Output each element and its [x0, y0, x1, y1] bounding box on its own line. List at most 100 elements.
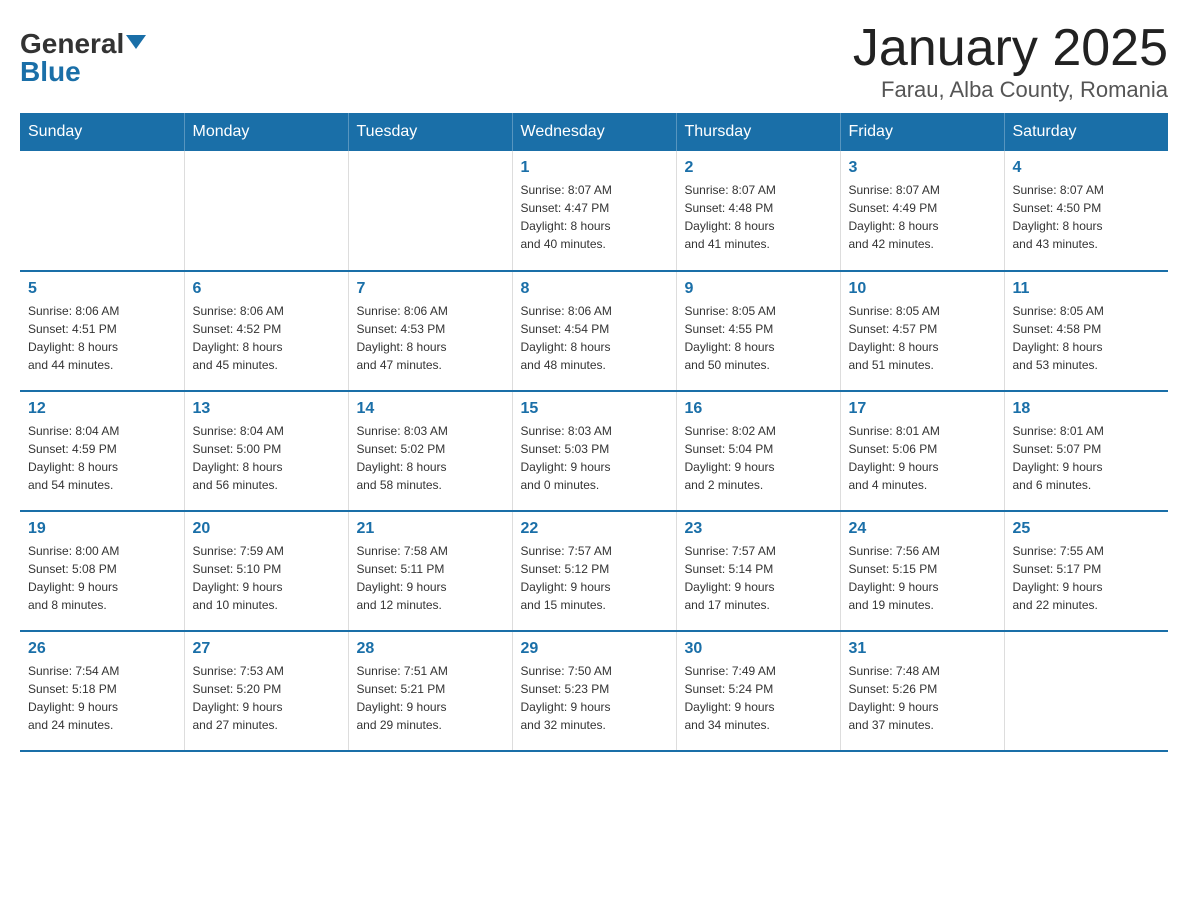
calendar-cell: 26 Sunrise: 7:54 AM Sunset: 5:18 PM Dayli…: [20, 631, 184, 751]
day-info: Sunrise: 8:00 AM Sunset: 5:08 PM Dayligh…: [28, 542, 176, 614]
week-row-4: 19Sunrise: 8:00 AM Sunset: 5:08 PM Dayli…: [20, 511, 1168, 631]
day-info: Sunrise: 8:05 AM Sunset: 4:57 PM Dayligh…: [849, 302, 996, 374]
day-info: Sunrise: 8:01 AM Sunset: 5:06 PM Dayligh…: [849, 422, 996, 494]
day-info: Sunrise: 8:05 AM Sunset: 4:55 PM Dayligh…: [685, 302, 832, 374]
calendar-cell: [184, 151, 348, 271]
header-day-friday: Friday: [840, 113, 1004, 151]
week-row-5: 26 Sunrise: 7:54 AM Sunset: 5:18 PM Dayli…: [20, 631, 1168, 751]
header-day-saturday: Saturday: [1004, 113, 1168, 151]
calendar-cell: 6 Sunrise: 8:06 AM Sunset: 4:52 PM Daylig…: [184, 271, 348, 391]
calendar-header: SundayMondayTuesdayWednesdayThursdayFrid…: [20, 113, 1168, 151]
day-number: 20: [193, 520, 340, 538]
day-number: 26: [28, 640, 176, 658]
day-info: Sunrise: 8:05 AM Sunset: 4:58 PM Dayligh…: [1013, 302, 1161, 374]
day-number: 16: [685, 400, 832, 418]
calendar-cell: 22Sunrise: 7:57 AM Sunset: 5:12 PM Dayli…: [512, 511, 676, 631]
calendar-cell: 3 Sunrise: 8:07 AM Sunset: 4:49 PM Daylig…: [840, 151, 1004, 271]
calendar-cell: 4 Sunrise: 8:07 AM Sunset: 4:50 PM Daylig…: [1004, 151, 1168, 271]
day-info: Sunrise: 7:57 AM Sunset: 5:14 PM Dayligh…: [685, 542, 832, 614]
day-number: 8: [521, 280, 668, 298]
day-info: Sunrise: 7:48 AM Sunset: 5:26 PM Dayligh…: [849, 662, 996, 734]
day-info: Sunrise: 7:55 AM Sunset: 5:17 PM Dayligh…: [1013, 542, 1161, 614]
calendar-table: SundayMondayTuesdayWednesdayThursdayFrid…: [20, 113, 1168, 752]
day-number: 29: [521, 640, 668, 658]
calendar-cell: 9 Sunrise: 8:05 AM Sunset: 4:55 PM Daylig…: [676, 271, 840, 391]
calendar-cell: 30Sunrise: 7:49 AM Sunset: 5:24 PM Dayli…: [676, 631, 840, 751]
day-info: Sunrise: 8:03 AM Sunset: 5:02 PM Dayligh…: [357, 422, 504, 494]
day-number: 4: [1013, 159, 1161, 177]
calendar-cell: 11 Sunrise: 8:05 AM Sunset: 4:58 PM Dayli…: [1004, 271, 1168, 391]
day-info: Sunrise: 8:02 AM Sunset: 5:04 PM Dayligh…: [685, 422, 832, 494]
calendar-cell: 12 Sunrise: 8:04 AM Sunset: 4:59 PM Dayli…: [20, 391, 184, 511]
day-info: Sunrise: 7:49 AM Sunset: 5:24 PM Dayligh…: [685, 662, 832, 734]
day-number: 24: [849, 520, 996, 538]
day-number: 14: [357, 400, 504, 418]
day-number: 28: [357, 640, 504, 658]
calendar-cell: [348, 151, 512, 271]
day-info: Sunrise: 8:04 AM Sunset: 4:59 PM Dayligh…: [28, 422, 176, 494]
logo-triangle-icon: [126, 35, 146, 49]
calendar-cell: [20, 151, 184, 271]
day-number: 17: [849, 400, 996, 418]
day-info: Sunrise: 8:07 AM Sunset: 4:50 PM Dayligh…: [1013, 181, 1161, 253]
header-day-sunday: Sunday: [20, 113, 184, 151]
day-number: 9: [685, 280, 832, 298]
calendar-cell: 21 Sunrise: 7:58 AM Sunset: 5:11 PM Dayli…: [348, 511, 512, 631]
day-number: 12: [28, 400, 176, 418]
day-info: Sunrise: 8:07 AM Sunset: 4:48 PM Dayligh…: [685, 181, 832, 253]
day-info: Sunrise: 8:01 AM Sunset: 5:07 PM Dayligh…: [1013, 422, 1161, 494]
week-row-3: 12 Sunrise: 8:04 AM Sunset: 4:59 PM Dayli…: [20, 391, 1168, 511]
page-subtitle: Farau, Alba County, Romania: [853, 77, 1168, 103]
day-info: Sunrise: 7:53 AM Sunset: 5:20 PM Dayligh…: [193, 662, 340, 734]
day-number: 11: [1013, 280, 1161, 298]
day-number: 7: [357, 280, 504, 298]
day-number: 25: [1013, 520, 1161, 538]
day-number: 21: [357, 520, 504, 538]
header-row: SundayMondayTuesdayWednesdayThursdayFrid…: [20, 113, 1168, 151]
day-info: Sunrise: 7:50 AM Sunset: 5:23 PM Dayligh…: [521, 662, 668, 734]
day-info: Sunrise: 7:58 AM Sunset: 5:11 PM Dayligh…: [357, 542, 504, 614]
calendar-cell: 25 Sunrise: 7:55 AM Sunset: 5:17 PM Dayli…: [1004, 511, 1168, 631]
day-number: 31: [849, 640, 996, 658]
day-number: 6: [193, 280, 340, 298]
calendar-cell: 20Sunrise: 7:59 AM Sunset: 5:10 PM Dayli…: [184, 511, 348, 631]
calendar-cell: 29 Sunrise: 7:50 AM Sunset: 5:23 PM Dayli…: [512, 631, 676, 751]
calendar-cell: 15 Sunrise: 8:03 AM Sunset: 5:03 PM Dayli…: [512, 391, 676, 511]
header-day-monday: Monday: [184, 113, 348, 151]
page-header: General Blue January 2025 Farau, Alba Co…: [20, 20, 1168, 103]
calendar-cell: 31 Sunrise: 7:48 AM Sunset: 5:26 PM Dayli…: [840, 631, 1004, 751]
header-day-thursday: Thursday: [676, 113, 840, 151]
calendar-cell: 10Sunrise: 8:05 AM Sunset: 4:57 PM Dayli…: [840, 271, 1004, 391]
day-number: 13: [193, 400, 340, 418]
day-info: Sunrise: 8:06 AM Sunset: 4:54 PM Dayligh…: [521, 302, 668, 374]
page-title: January 2025: [853, 20, 1168, 77]
logo-blue-text: Blue: [20, 58, 81, 86]
calendar-cell: 8 Sunrise: 8:06 AM Sunset: 4:54 PM Daylig…: [512, 271, 676, 391]
calendar-cell: 7Sunrise: 8:06 AM Sunset: 4:53 PM Daylig…: [348, 271, 512, 391]
day-number: 15: [521, 400, 668, 418]
day-info: Sunrise: 7:57 AM Sunset: 5:12 PM Dayligh…: [521, 542, 668, 614]
day-number: 2: [685, 159, 832, 177]
title-block: January 2025 Farau, Alba County, Romania: [853, 20, 1168, 103]
day-info: Sunrise: 7:56 AM Sunset: 5:15 PM Dayligh…: [849, 542, 996, 614]
day-info: Sunrise: 7:51 AM Sunset: 5:21 PM Dayligh…: [357, 662, 504, 734]
day-number: 1: [521, 159, 668, 177]
calendar-cell: 28 Sunrise: 7:51 AM Sunset: 5:21 PM Dayli…: [348, 631, 512, 751]
calendar-cell: 23Sunrise: 7:57 AM Sunset: 5:14 PM Dayli…: [676, 511, 840, 631]
day-number: 3: [849, 159, 996, 177]
day-info: Sunrise: 7:54 AM Sunset: 5:18 PM Dayligh…: [28, 662, 176, 734]
calendar-cell: 16 Sunrise: 8:02 AM Sunset: 5:04 PM Dayli…: [676, 391, 840, 511]
calendar-cell: 2 Sunrise: 8:07 AM Sunset: 4:48 PM Daylig…: [676, 151, 840, 271]
day-info: Sunrise: 8:06 AM Sunset: 4:51 PM Dayligh…: [28, 302, 176, 374]
day-number: 5: [28, 280, 176, 298]
calendar-cell: 13Sunrise: 8:04 AM Sunset: 5:00 PM Dayli…: [184, 391, 348, 511]
day-info: Sunrise: 8:03 AM Sunset: 5:03 PM Dayligh…: [521, 422, 668, 494]
calendar-cell: 5 Sunrise: 8:06 AM Sunset: 4:51 PM Daylig…: [20, 271, 184, 391]
calendar-body: 1Sunrise: 8:07 AM Sunset: 4:47 PM Daylig…: [20, 151, 1168, 751]
calendar-cell: 19Sunrise: 8:00 AM Sunset: 5:08 PM Dayli…: [20, 511, 184, 631]
header-day-wednesday: Wednesday: [512, 113, 676, 151]
calendar-cell: 24 Sunrise: 7:56 AM Sunset: 5:15 PM Dayli…: [840, 511, 1004, 631]
day-info: Sunrise: 8:07 AM Sunset: 4:49 PM Dayligh…: [849, 181, 996, 253]
calendar-cell: [1004, 631, 1168, 751]
day-info: Sunrise: 8:06 AM Sunset: 4:52 PM Dayligh…: [193, 302, 340, 374]
